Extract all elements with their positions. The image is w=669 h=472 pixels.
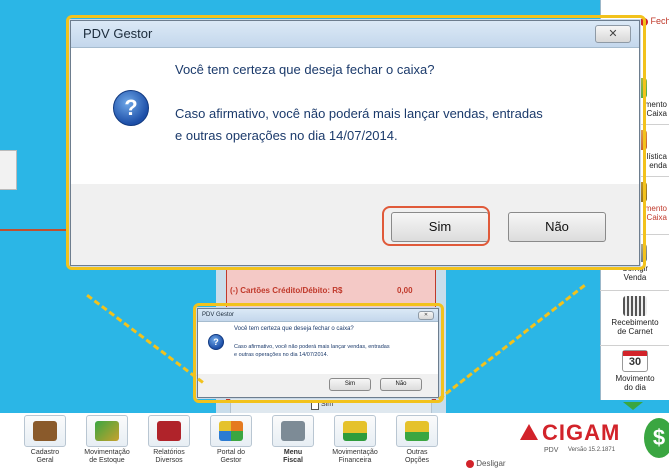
side-item-recebimento-carnet[interactable]: Recebimento de Carnet (601, 296, 669, 336)
brand-sub: PDV (544, 447, 559, 454)
side-item-label: Recebimento de Carnet (611, 318, 659, 336)
toolbar-movimentacao-financeira[interactable]: Movimentação Financeira (328, 415, 382, 465)
toolbar-label: Relatórios Diversos (153, 449, 185, 464)
portal-icon (219, 421, 243, 441)
sim-checkbox[interactable] (311, 402, 319, 410)
cigam-logo-mark (520, 424, 538, 440)
printer-icon (281, 421, 305, 441)
scroll-down-arrow-icon[interactable] (623, 402, 643, 410)
toolbar-label: Portal do Gestor (216, 449, 246, 464)
card-total-label: (-) Cartões Crédito/Débito: R$ (230, 286, 343, 295)
toolbar-menu-fiscal[interactable]: Menu Fiscal (266, 415, 320, 465)
toolbar-label: Cadastro Geral (30, 449, 60, 464)
toolbar-relatorios-diversos[interactable]: Relatórios Diversos (142, 415, 196, 465)
plus-icon (405, 421, 429, 441)
left-panel-tab[interactable] (0, 150, 17, 190)
barcode-icon (623, 296, 647, 316)
zoom-connector-left (86, 294, 204, 384)
money-icon (343, 421, 367, 441)
calendar-icon: 30 (622, 350, 648, 372)
yes-button-highlight (382, 206, 490, 246)
dialog-highlight (66, 15, 646, 270)
small-dialog-highlight (193, 303, 444, 403)
calendar-day: 30 (628, 356, 642, 368)
cigam-logo: CIGAM PDV Versão 15.2.1871 $ (494, 416, 669, 466)
brand-name: CIGAM (542, 420, 621, 445)
toolbar-label: Outras Opções (404, 449, 430, 464)
toolbar-label: Movimentação de Estoque (84, 449, 130, 464)
side-item-label: Movimento do dia (615, 374, 655, 392)
toolbar-portal-gestor[interactable]: Portal do Gestor (204, 415, 258, 465)
toolbar-outras-opcoes[interactable]: Outras Opções (390, 415, 444, 465)
toolbar-label: Menu Fiscal (283, 449, 303, 464)
toolbar-movimentacao-estoque[interactable]: Movimentação de Estoque (80, 415, 134, 465)
book-icon (157, 421, 181, 441)
dollar-coin-icon: $ (644, 418, 669, 458)
zoom-connector-right (438, 284, 586, 401)
toolbar-label: Movimentação Financeira (332, 449, 378, 464)
clipboard-icon (33, 421, 57, 441)
stock-hand-icon (95, 421, 119, 441)
version-label: Versão 15.2.1871 (568, 447, 616, 453)
card-total-value: 0,00 (397, 286, 413, 295)
power-icon (466, 459, 474, 468)
side-item-movimento-dia[interactable]: 30 Movimento do dia (601, 350, 669, 392)
close-app-label: Fech (650, 16, 669, 26)
toolbar-cadastro-geral[interactable]: Cadastro Geral (18, 415, 72, 465)
